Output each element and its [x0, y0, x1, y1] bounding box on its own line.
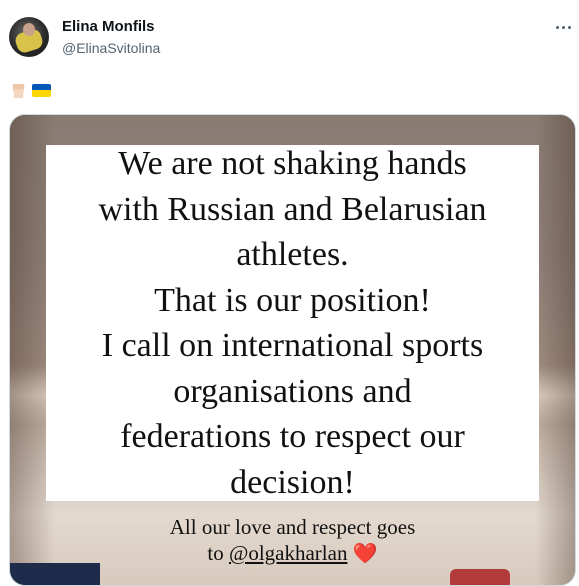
- statement-line: with Russian and Belarusian: [98, 190, 487, 228]
- statement-line: decision!: [230, 463, 355, 501]
- author-avatar[interactable]: [9, 17, 49, 57]
- statement-line: federations to respect our: [120, 418, 465, 455]
- background-object-left: [10, 563, 100, 585]
- avatar-head-shape: [23, 23, 35, 36]
- story-caption-line2: to @olgakharlan ❤️: [10, 541, 575, 566]
- tweet-media-image[interactable]: We are not shaking hands with Russian an…: [9, 114, 576, 586]
- statement-line: We are not shaking hands: [118, 145, 467, 182]
- statement-line: athletes.: [236, 236, 349, 273]
- caption-to: to: [207, 541, 224, 565]
- statement-line: That is our position!: [154, 281, 431, 319]
- author-handle[interactable]: @ElinaSvitolina: [62, 40, 160, 56]
- ukraine-flag-icon: [32, 83, 51, 97]
- statement-line: organisations and: [173, 372, 412, 410]
- more-horizontal-icon[interactable]: [552, 18, 574, 36]
- statement-card: We are not shaking hands with Russian an…: [46, 145, 539, 501]
- statement-line: I call on international sports: [101, 327, 484, 364]
- raised-fist-icon: [12, 83, 25, 98]
- tweet-text: [9, 80, 51, 100]
- heart-icon: ❤️: [352, 543, 378, 565]
- caption-mention: @olgakharlan: [228, 541, 348, 565]
- story-caption-line1: All our love and respect goes: [169, 515, 416, 539]
- author-name[interactable]: Elina Monfils: [62, 18, 155, 35]
